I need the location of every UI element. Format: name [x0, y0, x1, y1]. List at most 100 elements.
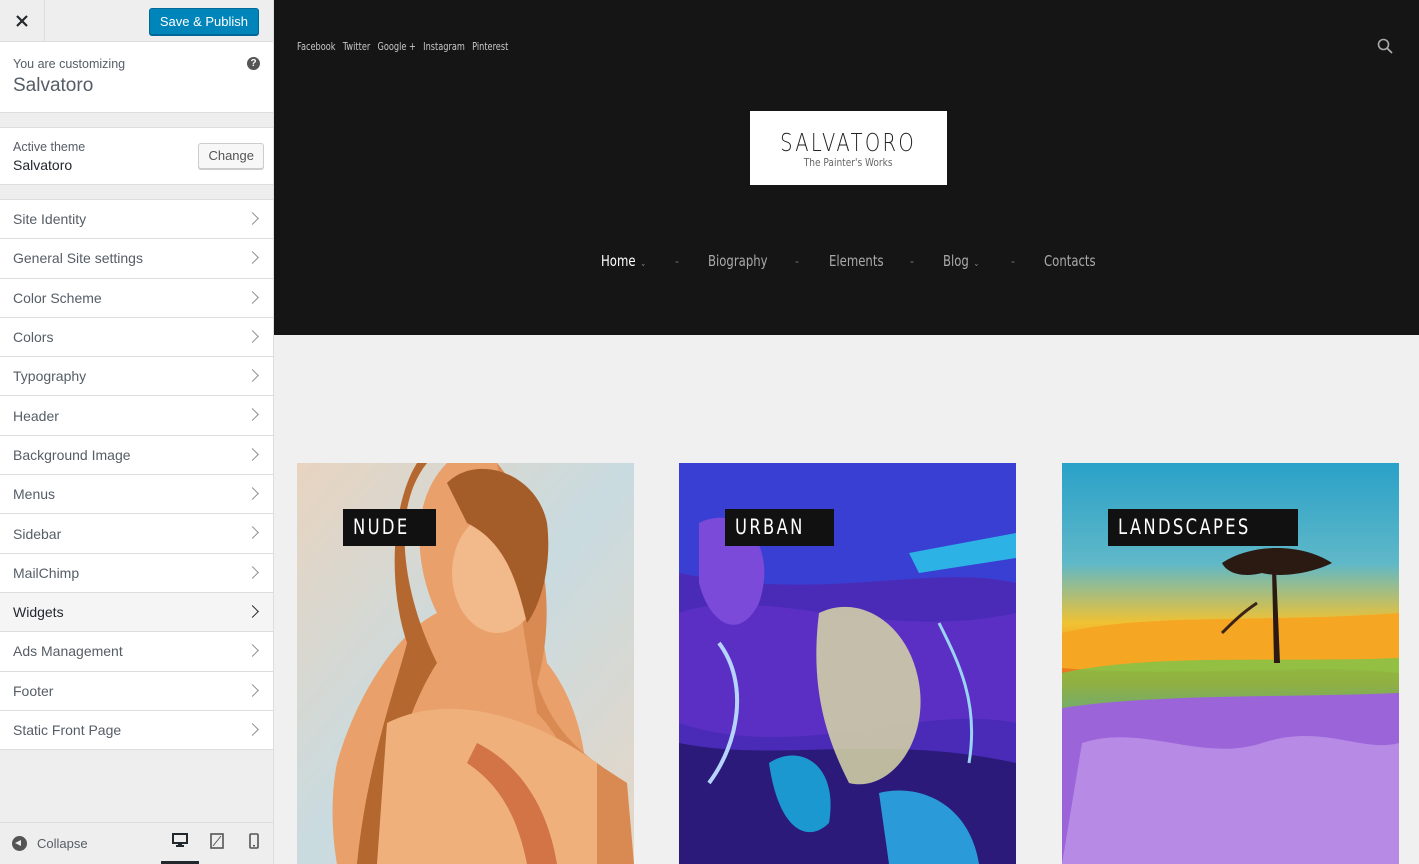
category-label-text: NUDE — [353, 515, 410, 539]
tablet-icon — [210, 833, 224, 849]
nav-item-elements[interactable]: Elements — [829, 252, 884, 270]
nav-label: Blog — [943, 252, 969, 270]
main-navigation: Home ⌄ - Biography - Elements - Blog ⌄ - C… — [274, 252, 1419, 278]
nav-item-blog[interactable]: Blog ⌄ — [943, 252, 979, 270]
panel-label: Sidebar — [13, 525, 62, 542]
desktop-icon — [172, 833, 188, 847]
close-icon — [16, 15, 28, 27]
panel-static-front-page[interactable]: Static Front Page — [0, 710, 273, 751]
social-link-facebook[interactable]: Facebook — [297, 41, 335, 53]
customizer-footer: Collapse — [0, 822, 273, 864]
customizer-info: You are customizing Salvatoro ? — [0, 42, 273, 113]
panel-sidebar[interactable]: Sidebar — [0, 514, 273, 554]
chevron-right-icon — [246, 251, 259, 265]
panel-label: Color Scheme — [13, 289, 102, 306]
mobile-icon — [249, 833, 259, 849]
nav-item-home[interactable]: Home ⌄ — [601, 252, 646, 270]
panel-label: Menus — [13, 486, 56, 503]
nav-separator: - — [675, 254, 679, 268]
panel-typography[interactable]: Typography — [0, 357, 273, 397]
chevron-right-icon — [246, 487, 259, 500]
collapse-label: Collapse — [37, 836, 88, 851]
panel-label: Colors — [13, 329, 54, 346]
nav-label: Elements — [829, 252, 884, 270]
nav-label: Contacts — [1044, 252, 1096, 270]
panel-widgets[interactable]: Widgets — [0, 592, 273, 633]
active-theme-section: Active theme Salvatoro Change — [0, 127, 273, 185]
chevron-right-icon — [246, 605, 259, 618]
panel-label: Typography — [13, 368, 87, 385]
panel-menus[interactable]: Menus — [0, 475, 273, 515]
panel-label: General Site settings — [13, 250, 143, 267]
collapse-sidebar-button[interactable]: Collapse — [12, 836, 88, 851]
panel-mailchimp[interactable]: MailChimp — [0, 553, 273, 593]
preview-mobile-button[interactable] — [235, 833, 273, 864]
panel-color-scheme[interactable]: Color Scheme — [0, 278, 273, 318]
search-icon[interactable] — [1377, 38, 1393, 54]
nav-separator: - — [1011, 254, 1015, 268]
category-card-urban[interactable]: URBAN — [679, 463, 1016, 864]
help-icon[interactable]: ? — [247, 57, 260, 70]
collapse-arrow-icon — [12, 836, 27, 851]
nav-item-biography[interactable]: Biography — [708, 252, 768, 270]
chevron-down-icon: ⌄ — [640, 259, 647, 269]
chevron-right-icon — [246, 447, 259, 461]
chevron-right-icon — [246, 722, 259, 736]
site-header: Facebook Twitter Google + Instagram Pint… — [274, 0, 1419, 335]
chevron-right-icon — [246, 369, 259, 383]
logo-tagline: The Painter's Works — [804, 155, 893, 169]
panel-label: Ads Management — [13, 643, 123, 660]
preview-tablet-button[interactable] — [198, 833, 236, 864]
logo-title: SALVATORO — [780, 127, 917, 157]
chevron-right-icon — [246, 644, 259, 658]
category-label: LANDSCAPES — [1108, 509, 1299, 546]
social-link-instagram[interactable]: Instagram — [423, 41, 465, 53]
panel-background-image[interactable]: Background Image — [0, 435, 273, 476]
nav-label: Home — [601, 252, 636, 270]
chevron-right-icon — [246, 212, 259, 225]
site-logo[interactable]: SALVATORO The Painter's Works — [750, 111, 947, 185]
category-label: NUDE — [343, 509, 436, 546]
customizer-header: Save & Publish — [0, 0, 273, 42]
chevron-right-icon — [246, 330, 259, 343]
category-card-nude[interactable]: NUDE — [297, 463, 634, 864]
panel-label: MailChimp — [13, 564, 80, 581]
category-label-text: LANDSCAPES — [1118, 515, 1251, 539]
panel-label: Widgets — [13, 604, 64, 621]
category-label-text: URBAN — [735, 515, 805, 539]
panel-label: Site Identity — [13, 211, 87, 228]
social-link-google-plus[interactable]: Google + — [378, 41, 416, 53]
nav-separator: - — [795, 254, 799, 268]
panel-footer[interactable]: Footer — [0, 671, 273, 711]
site-preview: Facebook Twitter Google + Instagram Pint… — [274, 0, 1419, 864]
panel-label: Static Front Page — [13, 722, 122, 738]
chevron-right-icon — [246, 290, 259, 304]
change-theme-button[interactable]: Change — [198, 143, 264, 169]
category-card-landscapes[interactable]: LANDSCAPES — [1062, 463, 1399, 864]
panel-general-site-settings[interactable]: General Site settings — [0, 239, 273, 279]
social-link-pinterest[interactable]: Pinterest — [472, 41, 508, 53]
social-link-twitter[interactable]: Twitter — [343, 41, 370, 53]
nav-item-contacts[interactable]: Contacts — [1044, 252, 1096, 270]
close-customizer-button[interactable] — [0, 0, 45, 42]
panel-label: Footer — [13, 682, 54, 699]
chevron-right-icon — [246, 683, 259, 697]
chevron-right-icon — [246, 408, 259, 422]
nav-separator: - — [910, 254, 914, 268]
panel-site-identity[interactable]: Site Identity — [0, 200, 273, 240]
preview-desktop-button[interactable] — [161, 833, 199, 864]
customizer-sidebar: Save & Publish You are customizing Salva… — [0, 0, 274, 864]
customizing-label: You are customizing — [13, 57, 126, 71]
chevron-right-icon — [246, 565, 259, 579]
panel-label: Background Image — [13, 446, 131, 463]
panel-colors[interactable]: Colors — [0, 317, 273, 358]
category-label: URBAN — [725, 509, 835, 546]
nav-label: Biography — [708, 252, 768, 270]
chevron-down-icon: ⌄ — [973, 259, 980, 269]
panel-ads-management[interactable]: Ads Management — [0, 632, 273, 672]
save-publish-button[interactable]: Save & Publish — [148, 8, 259, 35]
panel-label: Header — [13, 407, 59, 424]
site-title: Salvatoro — [13, 75, 94, 96]
chevron-right-icon — [246, 526, 259, 540]
panel-header[interactable]: Header — [0, 396, 273, 436]
